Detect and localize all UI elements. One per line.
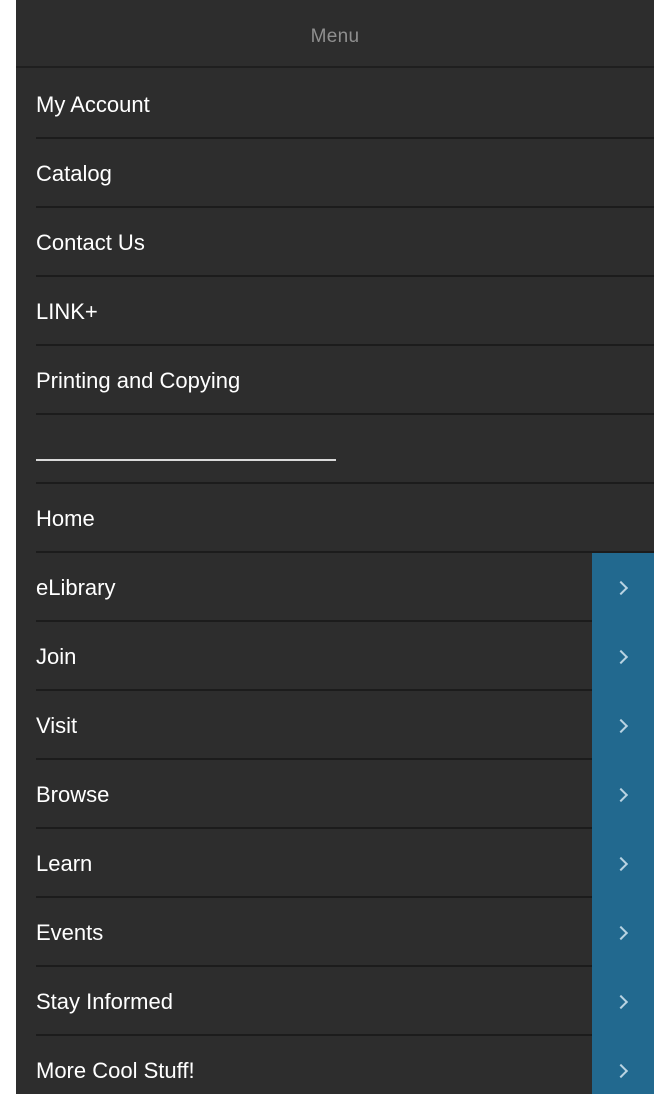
menu-item-events[interactable]: Events xyxy=(16,898,654,967)
chevron-right-icon xyxy=(613,1063,629,1078)
submenu-toggle-elibrary[interactable] xyxy=(592,553,654,622)
menu-separator xyxy=(16,415,654,484)
chevron-right-icon xyxy=(613,994,629,1009)
menu-item-browse[interactable]: Browse xyxy=(16,760,654,829)
chevron-right-icon xyxy=(613,718,629,733)
menu-item-contact-us[interactable]: Contact Us xyxy=(16,208,654,277)
menu-link-stay-informed[interactable]: Stay Informed xyxy=(16,990,654,1013)
menu-item-visit[interactable]: Visit xyxy=(16,691,654,760)
chevron-right-icon xyxy=(613,856,629,871)
menu-link-my-account[interactable]: My Account xyxy=(16,93,654,116)
menu-item-link-plus[interactable]: LINK+ xyxy=(16,277,654,346)
menu-item-elibrary[interactable]: eLibrary xyxy=(16,553,654,622)
submenu-toggle-learn[interactable] xyxy=(592,829,654,898)
mobile-menu-panel: Menu My Account Catalog Contact Us LINK+… xyxy=(16,0,654,1094)
menu-link-contact-us[interactable]: Contact Us xyxy=(16,231,654,254)
menu-item-join[interactable]: Join xyxy=(16,622,654,691)
chevron-right-icon xyxy=(613,580,629,595)
menu-link-visit[interactable]: Visit xyxy=(16,714,654,737)
menu-link-browse[interactable]: Browse xyxy=(16,783,654,806)
menu-link-more-cool-stuff[interactable]: More Cool Stuff! xyxy=(16,1059,654,1082)
menu-title: Menu xyxy=(310,26,360,47)
submenu-toggle-join[interactable] xyxy=(592,622,654,691)
chevron-right-icon xyxy=(613,649,629,664)
menu-link-elibrary[interactable]: eLibrary xyxy=(16,576,654,599)
menu-item-learn[interactable]: Learn xyxy=(16,829,654,898)
submenu-toggle-visit[interactable] xyxy=(592,691,654,760)
chevron-right-icon xyxy=(613,925,629,940)
menu-item-printing-and-copying[interactable]: Printing and Copying xyxy=(16,346,654,415)
menu-item-more-cool-stuff[interactable]: More Cool Stuff! xyxy=(16,1036,654,1094)
menu-item-catalog[interactable]: Catalog xyxy=(16,139,654,208)
submenu-toggle-stay-informed[interactable] xyxy=(592,967,654,1036)
menu-link-learn[interactable]: Learn xyxy=(16,852,654,875)
menu-link-join[interactable]: Join xyxy=(16,645,654,668)
menu-link-home[interactable]: Home xyxy=(16,507,654,530)
menu-link-printing-and-copying[interactable]: Printing and Copying xyxy=(16,369,654,392)
menu-list: My Account Catalog Contact Us LINK+ Prin… xyxy=(16,70,654,1094)
submenu-toggle-events[interactable] xyxy=(592,898,654,967)
chevron-right-icon xyxy=(613,787,629,802)
submenu-toggle-more-cool-stuff[interactable] xyxy=(592,1036,654,1094)
menu-link-catalog[interactable]: Catalog xyxy=(16,162,654,185)
menu-item-stay-informed[interactable]: Stay Informed xyxy=(16,967,654,1036)
menu-item-home[interactable]: Home xyxy=(16,484,654,553)
menu-item-my-account[interactable]: My Account xyxy=(16,70,654,139)
menu-link-events[interactable]: Events xyxy=(16,921,654,944)
menu-link-link-plus[interactable]: LINK+ xyxy=(16,300,654,323)
menu-header: Menu xyxy=(16,8,654,68)
submenu-toggle-browse[interactable] xyxy=(592,760,654,829)
separator-line xyxy=(36,459,336,461)
